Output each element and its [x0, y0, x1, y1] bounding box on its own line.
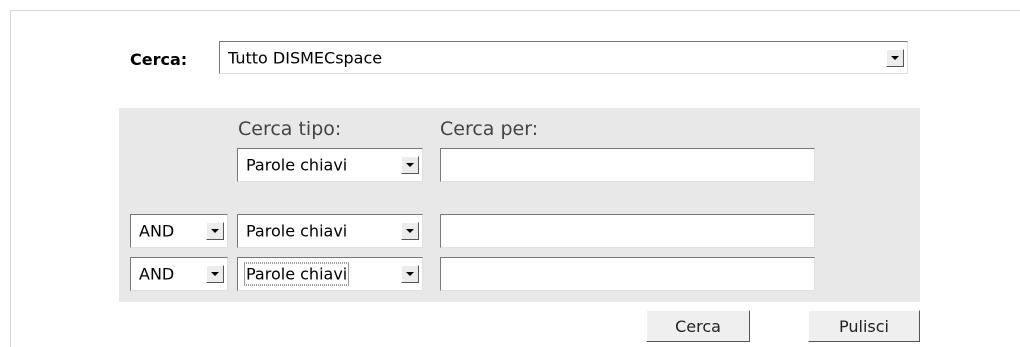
scope-select[interactable]: Tutto DISMECspace: [219, 41, 908, 74]
operator-select-3[interactable]: AND: [130, 257, 228, 291]
chevron-down-icon[interactable]: [401, 156, 419, 174]
search-type-value-2: Parole chiavi: [246, 221, 348, 241]
operator-value-2: AND: [139, 221, 175, 241]
search-type-header: Cerca tipo:: [238, 118, 342, 140]
chevron-down-icon[interactable]: [206, 265, 224, 283]
search-type-select-1[interactable]: Parole chiavi: [237, 148, 423, 182]
chevron-down-icon[interactable]: [401, 265, 419, 283]
chevron-down-icon[interactable]: [401, 222, 419, 240]
search-type-select-3[interactable]: Parole chiavi: [237, 257, 423, 291]
operator-select-2[interactable]: AND: [130, 214, 228, 248]
chevron-down-icon[interactable]: [206, 222, 224, 240]
clear-button[interactable]: Pulisci: [808, 310, 920, 342]
search-type-value-3: Parole chiavi: [243, 262, 350, 286]
search-button[interactable]: Cerca: [646, 310, 750, 342]
search-query-input-3[interactable]: [440, 257, 815, 291]
scope-select-value: Tutto DISMECspace: [228, 48, 383, 67]
search-query-input-1[interactable]: [440, 148, 815, 182]
scope-label: Cerca:: [130, 50, 188, 69]
chevron-down-icon[interactable]: [886, 48, 904, 67]
search-type-value-1: Parole chiavi: [246, 155, 348, 175]
search-type-select-2[interactable]: Parole chiavi: [237, 214, 423, 248]
search-query-input-2[interactable]: [440, 214, 815, 248]
search-query-header: Cerca per:: [440, 118, 539, 140]
operator-value-3: AND: [139, 264, 175, 284]
